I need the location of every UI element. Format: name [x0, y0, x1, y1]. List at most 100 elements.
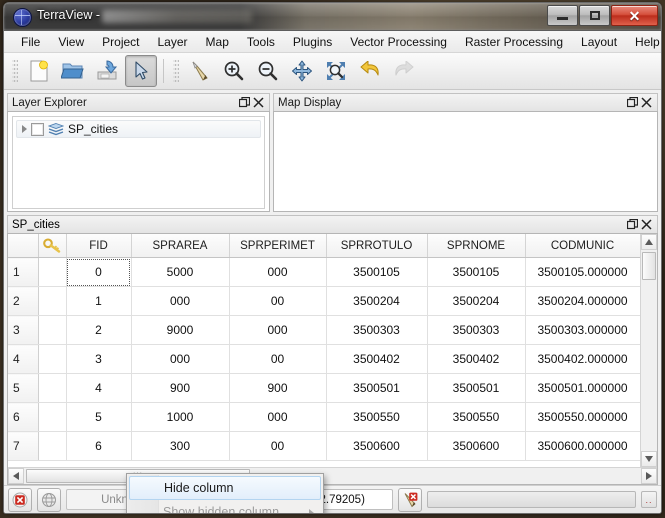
map-display-canvas[interactable] [273, 111, 658, 212]
float-panel-icon[interactable] [625, 218, 639, 232]
cell-sprnome[interactable]: 3500600 [427, 431, 526, 461]
column-header-fid[interactable]: FID [66, 234, 132, 258]
zoom-extent-button[interactable] [320, 55, 352, 87]
cell-sprperimet[interactable]: 00 [229, 431, 327, 461]
cell-fid[interactable]: 0 [66, 257, 132, 287]
cell-sprperimet[interactable]: 000 [229, 402, 327, 432]
menu-layer[interactable]: Layer [149, 33, 197, 51]
scroll-right-icon[interactable] [641, 468, 657, 484]
undo-button[interactable] [354, 55, 386, 87]
cell-sprperimet[interactable]: 00 [229, 286, 327, 316]
cancel-draw-button[interactable] [398, 487, 422, 512]
layer-visibility-checkbox[interactable] [31, 122, 44, 136]
maximize-button[interactable] [579, 5, 610, 26]
zoom-out-button[interactable] [252, 55, 284, 87]
context-menu-item-hide-column[interactable]: Hide column [129, 476, 321, 500]
cell-fid[interactable]: 2 [66, 315, 132, 345]
cell-sprrotulo[interactable]: 3500501 [326, 373, 428, 403]
scroll-left-icon[interactable] [8, 468, 24, 484]
table-row[interactable]: 1 0 5000 000 3500105 3500105 3500105.000… [8, 257, 640, 287]
menu-view[interactable]: View [49, 33, 93, 51]
cell-sprarea[interactable]: 300 [131, 431, 230, 461]
cell-sprnome[interactable]: 3500105 [427, 257, 526, 287]
new-project-button[interactable] [23, 55, 55, 87]
save-project-button[interactable] [91, 55, 123, 87]
menu-help[interactable]: Help [626, 33, 661, 51]
vertical-scroll-thumb[interactable] [642, 252, 656, 280]
table-row[interactable]: 2 1 000 00 3500204 3500204 3500204.00000… [8, 286, 640, 316]
cell-codmunic[interactable]: 3500600.000000 [525, 431, 640, 461]
cell-sprperimet[interactable]: 000 [229, 257, 327, 287]
cell-fid[interactable]: 4 [66, 373, 132, 403]
cell-sprperimet[interactable]: 00 [229, 344, 327, 374]
minimize-button[interactable] [547, 5, 578, 26]
cell-sprnome[interactable]: 3500501 [427, 373, 526, 403]
table-row[interactable]: 7 6 300 00 3500600 3500600 3500600.00000… [8, 431, 640, 461]
cell-sprarea[interactable]: 900 [131, 373, 230, 403]
cell-fid[interactable]: 6 [66, 431, 132, 461]
cell-codmunic[interactable]: 3500303.000000 [525, 315, 640, 345]
pointer-select-button[interactable] [125, 55, 157, 87]
cell-sprarea[interactable]: 000 [131, 286, 230, 316]
cell-sprarea[interactable]: 000 [131, 344, 230, 374]
cell-sprnome[interactable]: 3500303 [427, 315, 526, 345]
menu-project[interactable]: Project [93, 33, 148, 51]
menu-file[interactable]: File [12, 33, 49, 51]
scroll-up-icon[interactable] [641, 234, 657, 250]
cell-sprrotulo[interactable]: 3500402 [326, 344, 428, 374]
cell-sprnome[interactable]: 3500402 [427, 344, 526, 374]
column-header-sprarea[interactable]: SPRAREA [131, 234, 230, 258]
cell-sprnome[interactable]: 3500204 [427, 286, 526, 316]
table-row[interactable]: 6 5 1000 000 3500550 3500550 3500550.000… [8, 402, 640, 432]
progress-overflow-button[interactable]: .. [641, 491, 657, 508]
close-button[interactable]: ✕ [611, 5, 658, 26]
cell-fid[interactable]: 1 [66, 286, 132, 316]
cell-sprarea[interactable]: 5000 [131, 257, 230, 287]
close-panel-icon[interactable] [639, 96, 653, 110]
zoom-in-button[interactable] [218, 55, 250, 87]
column-header-sprperimet[interactable]: SPRPERIMET [229, 234, 327, 258]
close-panel-icon[interactable] [639, 218, 653, 232]
grid-vertical-scrollbar[interactable] [640, 234, 657, 467]
cell-sprrotulo[interactable]: 3500550 [326, 402, 428, 432]
table-row[interactable]: 5 4 900 900 3500501 3500501 3500501.0000… [8, 373, 640, 403]
cell-sprperimet[interactable]: 000 [229, 315, 327, 345]
layer-tree-item-sp-cities[interactable]: SP_cities [16, 120, 261, 138]
pencil-draw-button[interactable] [184, 55, 216, 87]
close-panel-icon[interactable] [251, 96, 265, 110]
cell-codmunic[interactable]: 3500204.000000 [525, 286, 640, 316]
cell-sprrotulo[interactable]: 3500303 [326, 315, 428, 345]
cell-codmunic[interactable]: 3500501.000000 [525, 373, 640, 403]
attribute-grid-scroll[interactable]: FID SPRAREA SPRPERIMET SPRROTULO SPRNOME… [8, 234, 640, 467]
srs-button[interactable] [37, 487, 61, 512]
pan-button[interactable] [286, 55, 318, 87]
menu-layout[interactable]: Layout [572, 33, 626, 51]
cell-sprrotulo[interactable]: 3500204 [326, 286, 428, 316]
menu-raster-processing[interactable]: Raster Processing [456, 33, 572, 51]
cell-codmunic[interactable]: 3500105.000000 [525, 257, 640, 287]
cell-codmunic[interactable]: 3500402.000000 [525, 344, 640, 374]
menu-vector-processing[interactable]: Vector Processing [341, 33, 456, 51]
menu-plugins[interactable]: Plugins [284, 33, 341, 51]
column-header-sprnome[interactable]: SPRNOME [427, 234, 526, 258]
toolbar-grip[interactable] [12, 58, 18, 84]
float-panel-icon[interactable] [237, 96, 251, 110]
scroll-down-icon[interactable] [641, 451, 657, 467]
cell-sprarea[interactable]: 9000 [131, 315, 230, 345]
cell-fid[interactable]: 3 [66, 344, 132, 374]
stop-draw-button[interactable] [8, 487, 32, 512]
expand-triangle-icon[interactable] [22, 125, 27, 133]
menu-map[interactable]: Map [197, 33, 238, 51]
cell-sprarea[interactable]: 1000 [131, 402, 230, 432]
cell-sprnome[interactable]: 3500550 [427, 402, 526, 432]
open-project-button[interactable] [57, 55, 89, 87]
grid-horizontal-scrollbar[interactable]: ||| [8, 467, 657, 484]
float-panel-icon[interactable] [625, 96, 639, 110]
column-header-codmunic[interactable]: CODMUNIC [525, 234, 640, 258]
cell-sprrotulo[interactable]: 3500600 [326, 431, 428, 461]
cell-sprperimet[interactable]: 900 [229, 373, 327, 403]
menu-tools[interactable]: Tools [238, 33, 284, 51]
cell-codmunic[interactable]: 3500550.000000 [525, 402, 640, 432]
table-row[interactable]: 4 3 000 00 3500402 3500402 3500402.00000… [8, 344, 640, 374]
toolbar-grip-2[interactable] [173, 58, 179, 84]
